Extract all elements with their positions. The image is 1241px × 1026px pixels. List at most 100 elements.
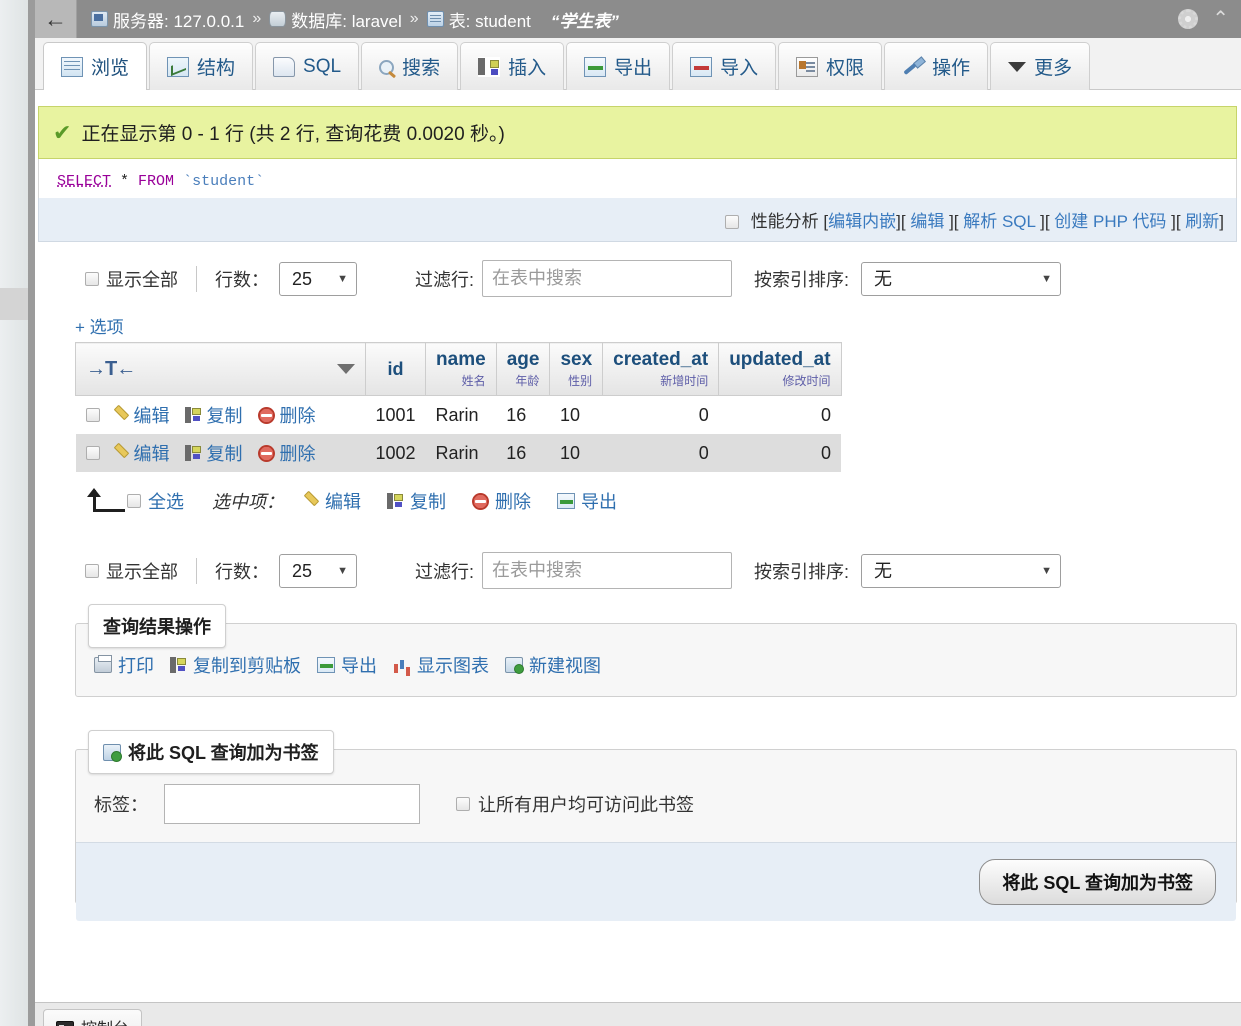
chevron-down-icon[interactable] xyxy=(337,364,355,374)
bookmark-form-row: 标签： 让所有用户均可访问此书签 xyxy=(94,778,1218,824)
display-chart-action[interactable]: 显示图表 xyxy=(393,652,489,678)
bracket-close-5: ] xyxy=(1219,212,1224,231)
sort-index-select-bottom[interactable]: 无 xyxy=(861,553,1062,588)
cell-sex: 10 xyxy=(549,395,603,434)
copy-icon xyxy=(184,445,202,461)
row-copy-link[interactable]: 复制 xyxy=(207,440,243,466)
bookmark-submit-button[interactable]: 将此 SQL 查询加为书签 xyxy=(979,859,1216,905)
print-link[interactable]: 打印 xyxy=(118,652,154,678)
create-php-code-link[interactable]: 创建 PHP 代码 xyxy=(1054,212,1166,231)
row-delete-link[interactable]: 删除 xyxy=(280,440,316,466)
column-order-header[interactable]: →T← xyxy=(75,342,366,396)
back-button[interactable]: ← xyxy=(35,0,77,38)
tab-search[interactable]: 搜索 xyxy=(361,42,459,90)
row-select-checkbox[interactable] xyxy=(85,408,100,422)
tab-privileges[interactable]: 权限 xyxy=(778,42,883,90)
options-toggle[interactable]: + 选项 xyxy=(35,297,1241,342)
column-header-created-at-comment: 新增时间 xyxy=(660,374,709,388)
tab-import[interactable]: 导入 xyxy=(672,42,777,90)
create-view-link[interactable]: 新建视图 xyxy=(529,652,601,678)
tab-search-label: 搜索 xyxy=(402,58,441,79)
tab-insert[interactable]: 插入 xyxy=(460,42,565,90)
tab-more[interactable]: 更多 xyxy=(990,42,1091,90)
column-header-id-name: id xyxy=(387,358,404,379)
column-header-updated-at-comment: 修改时间 xyxy=(782,374,831,388)
bookmark-label-input[interactable] xyxy=(164,784,420,824)
bulk-copy-link[interactable]: 复制 xyxy=(410,488,446,514)
bracket-open-3: [ xyxy=(953,212,964,231)
bookmark-share-checkbox[interactable] xyxy=(456,797,470,811)
bracket-open-2: [ xyxy=(900,212,911,231)
copy-clipboard-action[interactable]: 复制到剪贴板 xyxy=(170,652,301,678)
export-action[interactable]: 导出 xyxy=(317,652,377,678)
bookmark-panel: 将此 SQL 查询加为书签 标签： 让所有用户均可访问此书签 将此 SQL 查询… xyxy=(75,730,1237,921)
row-edit-link[interactable]: 编辑 xyxy=(134,402,170,428)
row-copy-link[interactable]: 复制 xyxy=(207,402,243,428)
row-edit-action[interactable]: 编辑 xyxy=(112,402,170,428)
rows-select-bottom[interactable]: 25 xyxy=(279,553,357,588)
bulk-delete-action[interactable]: 删除 xyxy=(472,488,531,514)
tab-operations[interactable]: 操作 xyxy=(884,42,989,90)
console-tab[interactable]: 控制台 xyxy=(43,1009,143,1026)
rows-select-top[interactable]: 25 xyxy=(279,261,357,296)
collapse-icon[interactable]: ⌃ xyxy=(1212,9,1229,29)
filter-rows-input-bottom[interactable] xyxy=(482,552,733,589)
row-edit-action[interactable]: 编辑 xyxy=(112,440,170,466)
column-header-created-at[interactable]: created_at 新增时间 xyxy=(602,342,720,396)
filter-rows-input-top[interactable] xyxy=(482,260,733,297)
refresh-link[interactable]: 刷新 xyxy=(1185,212,1219,231)
display-chart-link[interactable]: 显示图表 xyxy=(417,652,489,678)
show-all-checkbox-top[interactable] xyxy=(85,271,99,286)
gear-icon[interactable] xyxy=(1178,9,1199,29)
profiling-checkbox[interactable] xyxy=(724,215,739,229)
column-header-name[interactable]: name 姓名 xyxy=(425,342,497,396)
explain-sql-link[interactable]: 解析 SQL xyxy=(963,212,1035,231)
cell-id: 1001 xyxy=(365,395,426,434)
bulk-edit-link[interactable]: 编辑 xyxy=(325,488,361,514)
export-link[interactable]: 导出 xyxy=(341,652,377,678)
tab-browse[interactable]: 浏览 xyxy=(43,42,148,91)
bulk-copy-action[interactable]: 复制 xyxy=(387,488,446,514)
check-all-checkbox[interactable] xyxy=(127,494,141,508)
breadcrumb-database[interactable]: 数据库: laravel xyxy=(269,7,402,32)
tab-structure[interactable]: 结构 xyxy=(149,42,254,90)
bulk-edit-action[interactable]: 编辑 xyxy=(302,488,361,514)
row-select-checkbox[interactable] xyxy=(85,446,100,460)
check-all-link[interactable]: 全选 xyxy=(148,488,184,514)
edit-link[interactable]: 编辑 xyxy=(910,212,944,231)
copy-clipboard-link[interactable]: 复制到剪贴板 xyxy=(193,652,301,678)
create-view-action[interactable]: 新建视图 xyxy=(505,652,601,678)
row-delete-link[interactable]: 删除 xyxy=(280,402,316,428)
structure-icon xyxy=(167,56,190,77)
cell-name: Rarin xyxy=(425,434,497,472)
show-all-checkbox-bottom[interactable] xyxy=(85,563,99,578)
bulk-delete-link[interactable]: 删除 xyxy=(495,488,531,514)
sort-index-select-top[interactable]: 无 xyxy=(861,261,1062,296)
tab-structure-label: 结构 xyxy=(197,58,236,79)
phpmyadmin-page: ← 服务器: 127.0.0.1 » 数据库: laravel » 表: stu… xyxy=(0,0,1241,1026)
row-delete-action[interactable]: 删除 xyxy=(257,440,316,466)
tab-export[interactable]: 导出 xyxy=(566,42,671,90)
column-header-created-at-name: created_at xyxy=(613,349,709,370)
breadcrumb-table[interactable]: 表: student xyxy=(426,7,531,32)
column-header-sex[interactable]: sex 性别 xyxy=(549,342,604,396)
row-edit-link[interactable]: 编辑 xyxy=(134,440,170,466)
edit-inline-link[interactable]: 编辑内嵌 xyxy=(828,212,896,231)
column-header-age[interactable]: age 年龄 xyxy=(495,342,551,396)
row-delete-action[interactable]: 删除 xyxy=(257,402,316,428)
column-header-id[interactable]: id xyxy=(364,342,427,396)
row-copy-action[interactable]: 复制 xyxy=(184,440,243,466)
export-icon xyxy=(584,56,607,77)
tab-sql[interactable]: SQL xyxy=(255,42,360,90)
server-icon xyxy=(91,11,108,27)
bulk-export-link[interactable]: 导出 xyxy=(581,488,617,514)
bulk-export-action[interactable]: 导出 xyxy=(557,488,617,514)
breadcrumb-server[interactable]: 服务器: 127.0.0.1 xyxy=(91,7,244,32)
delete-icon xyxy=(257,444,275,462)
filter-row-bottom: 显示全部 行数： 25 过滤行: 按索引排序: 无 xyxy=(35,514,1241,589)
column-header-updated-at[interactable]: updated_at 修改时间 xyxy=(718,342,842,396)
row-copy-action[interactable]: 复制 xyxy=(184,402,243,428)
print-action[interactable]: 打印 xyxy=(94,652,154,678)
breadcrumb: 服务器: 127.0.0.1 » 数据库: laravel » 表: stude… xyxy=(77,7,619,32)
bookmark-legend: 将此 SQL 查询加为书签 xyxy=(128,743,319,763)
